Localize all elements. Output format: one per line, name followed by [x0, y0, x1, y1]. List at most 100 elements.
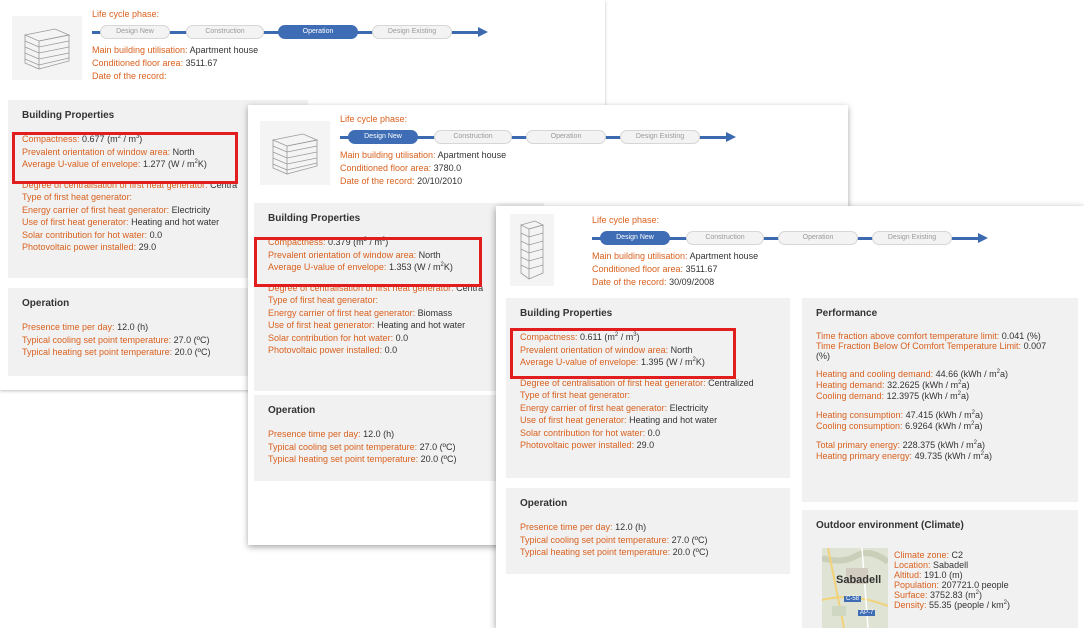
centralisation-value: Centralized [708, 377, 754, 388]
cooling-sp-value: 27.0 [671, 534, 690, 545]
generator-use-value: Heating and hot water [629, 415, 718, 425]
surface-label: Surface: [894, 590, 928, 600]
energy-unit: (kWh / m2a) [935, 410, 983, 420]
pv-label: Photovoltaic power installed: [22, 242, 137, 252]
population-value: 207721.0 [941, 580, 980, 590]
altitude-unit: (m) [949, 570, 963, 580]
cooling-sp-label: Typical cooling set point temperature: [268, 441, 418, 452]
record-date-value: 30/09/2008 [669, 277, 715, 287]
energy-unit: (kWh / m2a) [937, 440, 985, 450]
phase-design-new[interactable]: Design New [348, 130, 418, 144]
phase-construction[interactable]: Construction [686, 231, 764, 245]
energy-carrier-label: Energy carrier of first heat generator: [22, 204, 170, 215]
panel-title: Outdoor environment (Climate) [816, 520, 964, 531]
energy-unit: (kWh / m2a) [921, 391, 969, 401]
heating-sp-value: 20.0 [672, 547, 691, 557]
cooling-sp-value: 27.0 [173, 334, 192, 345]
map-road-label: C-58 [844, 596, 862, 602]
pv-value: 0.0 [384, 345, 398, 355]
energy-unit: (kWh / m2a) [944, 451, 992, 461]
time-above-label: Time fraction above comfort temperature … [816, 331, 1000, 341]
record-header: Life cycle phase: Design New Constructio… [256, 113, 840, 195]
cooling-sp-unit: (ºC) [691, 534, 708, 545]
presence-value: 12.0 [363, 429, 381, 439]
solar-value: 0.0 [395, 332, 409, 343]
life-cycle-phases: Design New Construction Operation Design… [592, 230, 992, 246]
pv-label: Photovoltaic power installed: [268, 345, 383, 355]
building-thumbnail [260, 121, 330, 185]
climate-info: Climate zone: C2 Location: Sabadell Alti… [894, 550, 1010, 610]
phase-title: Life cycle phase: [340, 114, 408, 124]
density-unit: (people / km2) [954, 600, 1010, 610]
record-date-value: 20/10/2010 [417, 176, 463, 186]
surface-value: 3752.83 [930, 590, 963, 600]
h-consumption-value: 47.415 [905, 410, 934, 420]
presence-label: Presence time per day: [22, 322, 115, 332]
life-cycle-phases: Design New Construction Operation Design… [340, 129, 740, 145]
performance-panel: Performance Time fraction above comfort … [802, 298, 1078, 502]
cooling-sp-unit: (ºC) [439, 441, 456, 452]
phase-operation[interactable]: Operation [778, 231, 858, 245]
record-date-label: Date of the record: [592, 277, 667, 287]
cooling-sp-label: Typical cooling set point temperature: [520, 534, 670, 545]
generator-type-label: Type of first heat generator: [22, 192, 133, 202]
utilisation-value: Apartment house [689, 251, 759, 261]
phase-title: Life cycle phase: [592, 215, 660, 225]
record-header: Life cycle phase: Design New Constructio… [8, 8, 597, 90]
hc-demand-value: 44.66 [935, 369, 959, 379]
h-demand-value: 32.2625 [887, 380, 920, 390]
phase-title: Life cycle phase: [92, 9, 160, 19]
phase-design-existing[interactable]: Design Existing [620, 130, 700, 144]
floor-area-label: Conditioned floor area: [340, 163, 432, 173]
cooling-sp-label: Typical cooling set point temperature: [22, 334, 172, 345]
energy-carrier-value: Electricity [171, 204, 211, 215]
building-icon [23, 28, 71, 70]
location-value: Sabadell [933, 560, 969, 570]
panel-title: Building Properties [520, 308, 613, 319]
surface-unit: (m2) [965, 590, 982, 600]
record-date-label: Date of the record: [340, 176, 415, 186]
generator-type-label: Type of first heat generator: [268, 295, 379, 305]
generator-use-label: Use of first heat generator: [22, 217, 129, 227]
population-label: Population: [894, 580, 940, 590]
utilisation-value: Apartment house [189, 45, 259, 55]
solar-label: Solar contribution for hot water: [22, 229, 148, 240]
utilisation-value: Apartment house [437, 150, 507, 160]
highlight-box [12, 132, 238, 184]
total-primary-label: Total primary energy: [816, 440, 901, 450]
c-demand-label: Cooling demand: [816, 391, 885, 401]
phase-design-existing[interactable]: Design Existing [372, 25, 452, 39]
map-road-label: AP-7 [858, 610, 876, 616]
floor-area-label: Conditioned floor area: [592, 264, 684, 274]
map-city-label: Sabadell [836, 574, 882, 586]
panel-title: Operation [520, 498, 568, 509]
energy-carrier-label: Energy carrier of first heat generator: [268, 307, 416, 318]
c-consumption-label: Cooling consumption: [816, 421, 903, 431]
outdoor-environment-panel: Outdoor environment (Climate) Sabadell C… [802, 510, 1078, 628]
pv-label: Photovoltaic power installed: [520, 440, 635, 450]
phase-design-existing[interactable]: Design Existing [872, 231, 952, 245]
map-tiles [822, 548, 888, 628]
phase-construction[interactable]: Construction [434, 130, 512, 144]
phase-design-new[interactable]: Design New [600, 231, 670, 245]
heating-sp-label: Typical heating set point temperature: [22, 347, 173, 357]
h-demand-label: Heating demand: [816, 380, 885, 390]
floor-area-label: Conditioned floor area: [92, 58, 184, 68]
pv-value: 29.0 [138, 242, 157, 252]
phase-operation[interactable]: Operation [526, 130, 606, 144]
floor-area-value: 3780.0 [433, 163, 462, 173]
solar-value: 0.0 [149, 229, 163, 240]
time-above-unit: (%) [1026, 331, 1041, 341]
location-map[interactable]: Sabadell C-58 AP-7 [822, 548, 888, 628]
phase-operation[interactable]: Operation [278, 25, 358, 39]
phase-construction[interactable]: Construction [186, 25, 264, 39]
generator-use-value: Heating and hot water [131, 217, 220, 227]
energy-carrier-value: Electricity [669, 402, 709, 413]
heating-sp-unit: (ºC) [692, 547, 709, 557]
cooling-sp-unit: (ºC) [193, 334, 210, 345]
heating-sp-unit: (ºC) [194, 347, 211, 357]
phase-design-new[interactable]: Design New [100, 25, 170, 39]
energy-unit: (kWh / m2a) [935, 421, 983, 431]
climate-zone-value: C2 [951, 550, 964, 560]
generator-use-label: Use of first heat generator: [268, 320, 375, 330]
